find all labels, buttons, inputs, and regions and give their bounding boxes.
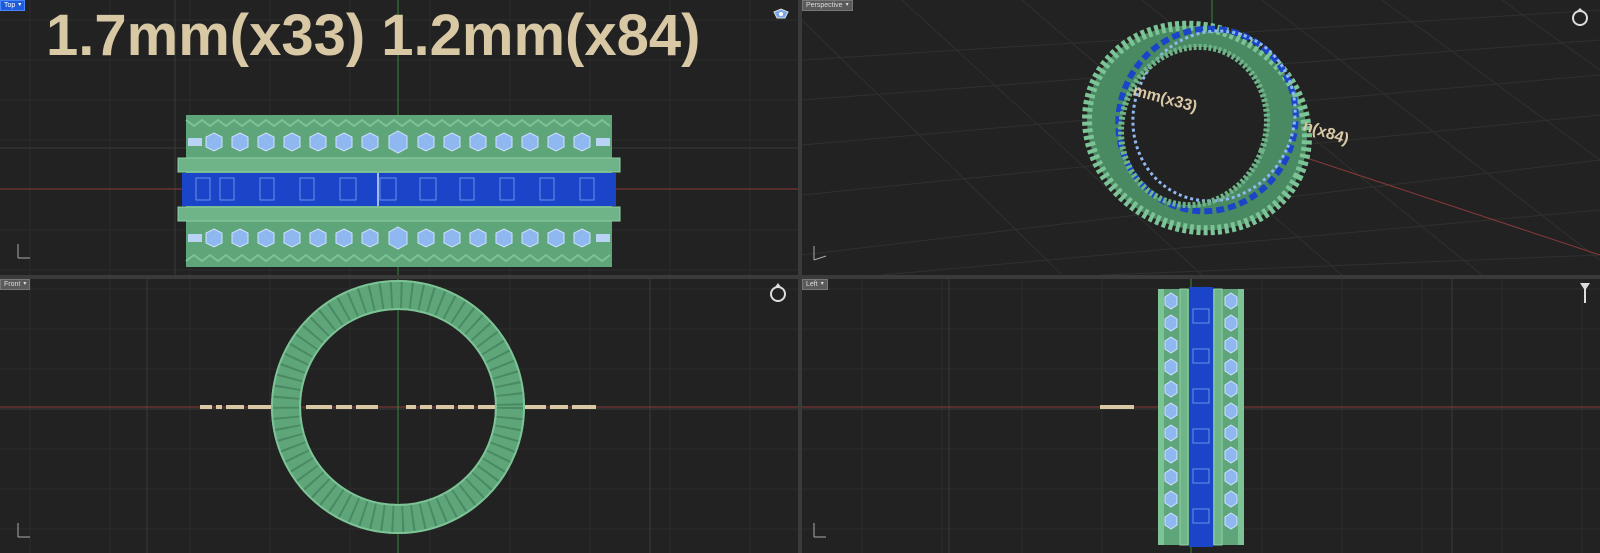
ring-left-view [1158, 287, 1244, 547]
chevron-down-icon[interactable]: ▾ [821, 280, 824, 289]
chevron-down-icon[interactable]: ▾ [23, 280, 26, 289]
viewport-top[interactable]: Top ▾ 1.7mm(x33) 1.2mm(x84) [0, 0, 798, 275]
setting-icon[interactable] [1578, 281, 1592, 310]
ring-perspective-view [1082, 20, 1312, 236]
axis-triad [813, 523, 826, 538]
ring-top-view [177, 115, 621, 267]
tab-front[interactable]: Front ▾ [0, 279, 31, 290]
chevron-down-icon[interactable]: ▾ [18, 1, 21, 10]
ring-icon[interactable] [768, 281, 788, 308]
ring-icon[interactable] [1570, 6, 1590, 31]
annotation-edge-view [1100, 405, 1134, 409]
tab-perspective[interactable]: Perspective ▾ [802, 0, 853, 11]
chevron-down-icon[interactable]: ▾ [846, 1, 849, 10]
viewport-perspective[interactable]: mm(x33) n(x84) Perspective ▾ [802, 0, 1600, 275]
jewelry-icon[interactable] [772, 8, 790, 27]
tab-top-label: Top [4, 2, 16, 9]
tab-left[interactable]: Left ▾ [802, 279, 828, 290]
tab-front-label: Front [4, 281, 21, 288]
perspective-grid: mm(x33) n(x84) [802, 0, 1600, 275]
tab-top[interactable]: Top ▾ [0, 0, 26, 11]
left-grid [802, 279, 1600, 553]
viewport-left[interactable]: Left ▾ [802, 279, 1600, 553]
size-annotation-text: 1.7mm(x33) 1.2mm(x84) [46, 3, 701, 68]
viewport-front[interactable]: Front ▾ [0, 279, 798, 553]
tab-perspective-label: Perspective [806, 2, 843, 9]
tab-left-label: Left [806, 281, 818, 288]
axis-triad [17, 244, 30, 259]
front-grid [0, 279, 798, 553]
axis-triad [17, 523, 30, 538]
